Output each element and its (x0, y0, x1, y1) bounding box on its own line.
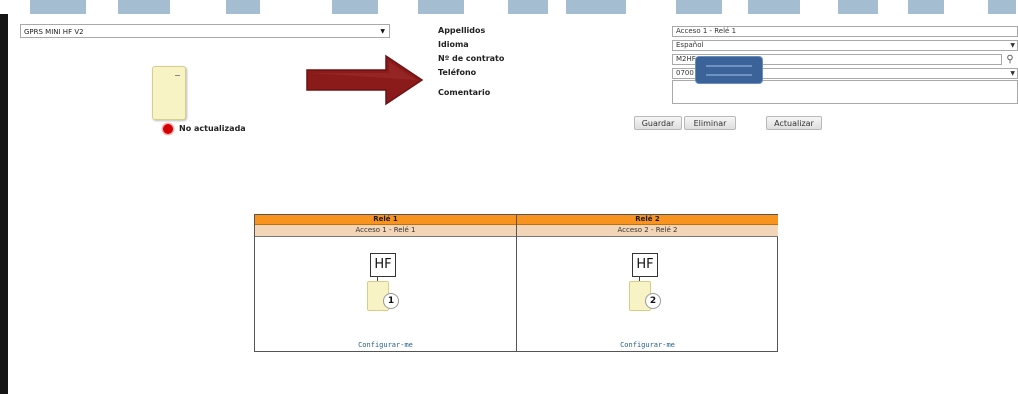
relay-2-number: 2 (645, 293, 661, 309)
banner-stripe (838, 0, 878, 14)
relay-2-body: HF 2 Configurar-me (517, 237, 778, 352)
apellidos-field[interactable]: Acceso 1 - Relé 1 (672, 26, 1018, 37)
guardar-button[interactable]: Guardar (634, 116, 682, 130)
relay-1-title: Relé 1 (255, 215, 516, 225)
label-telefono: Teléfono (438, 68, 477, 77)
background-banner (0, 0, 1018, 14)
contrato-value: M2HF (676, 55, 696, 63)
annotation-arrow-icon (306, 54, 424, 106)
relay-card-2: Relé 2 Acceso 2 - Relé 2 HF 2 Configurar… (517, 215, 778, 351)
banner-stripe (566, 0, 626, 14)
idioma-value: Español (676, 41, 704, 49)
relay-1-number: 1 (383, 293, 399, 309)
banner-stripe (226, 0, 260, 14)
label-contrato: Nº de contrato (438, 54, 505, 63)
banner-stripe (418, 0, 464, 14)
banner-stripe (118, 0, 170, 14)
banner-stripe (332, 0, 378, 14)
relay-table: Relé 1 Acceso 1 - Relé 1 HF 1 Configurar… (254, 214, 778, 352)
eliminar-button[interactable]: Eliminar (684, 116, 736, 130)
status-dot-icon (163, 124, 173, 134)
status-text: No actualizada (179, 124, 246, 133)
relay-1-subtitle: Acceso 1 - Relé 1 (255, 225, 516, 237)
redaction-line (706, 74, 752, 76)
device-select-value: GPRS MINI HF V2 (24, 28, 84, 36)
caret-down-icon: ▼ (1010, 70, 1015, 77)
banner-stripe (508, 0, 548, 14)
redaction-overlay (696, 57, 762, 83)
idioma-select[interactable]: Español ▼ (672, 40, 1018, 51)
banner-stripe (676, 0, 722, 14)
banner-stripe (908, 0, 944, 14)
banner-stripe (30, 0, 86, 14)
relay-1-body: HF 1 Configurar-me (255, 237, 516, 352)
label-apellidos: Appellidos (438, 26, 486, 35)
relay-2-title: Relé 2 (517, 215, 778, 225)
window-frame-left (0, 14, 8, 394)
comentario-textarea[interactable] (672, 80, 1018, 104)
hf-module-icon: HF (632, 253, 658, 277)
device-image (152, 66, 186, 120)
label-comentario: Comentario (438, 88, 491, 97)
relay-2-subtitle: Acceso 2 - Relé 2 (517, 225, 778, 237)
redaction-line (706, 65, 752, 67)
device-led (175, 75, 180, 76)
caret-down-icon: ▼ (1010, 42, 1015, 49)
main-panel: GPRS MINI HF V2 ▼ No actualizada Appelli… (8, 14, 1018, 394)
actualizar-button[interactable]: Actualizar (766, 116, 822, 130)
telefono-value: 0700 (676, 69, 694, 77)
hf-module-icon: HF (370, 253, 396, 277)
label-idioma: Idioma (438, 40, 469, 49)
apellidos-value: Acceso 1 - Relé 1 (676, 27, 737, 35)
relay-2-configure-link[interactable]: Configurar-me (517, 341, 778, 349)
magnifier-icon[interactable]: ⚲ (1003, 54, 1017, 66)
caret-down-icon: ▼ (380, 28, 385, 35)
device-select[interactable]: GPRS MINI HF V2 ▼ (20, 24, 390, 38)
relay-1-configure-link[interactable]: Configurar-me (255, 341, 516, 349)
banner-stripe (748, 0, 800, 14)
banner-stripe (988, 0, 1016, 14)
relay-card-1: Relé 1 Acceso 1 - Relé 1 HF 1 Configurar… (255, 215, 517, 351)
